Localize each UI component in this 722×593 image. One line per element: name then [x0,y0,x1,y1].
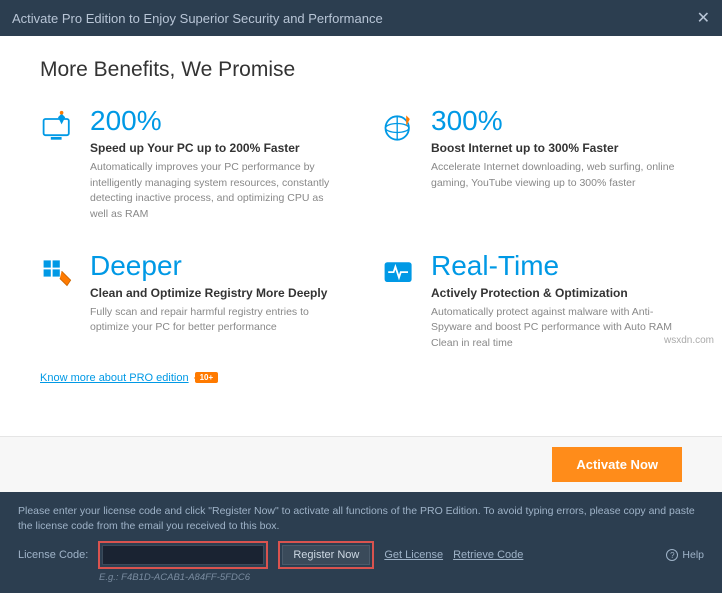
heartbeat-monitor-icon [381,255,417,291]
close-icon[interactable]: ✕ [697,8,710,28]
rocket-monitor-icon [40,110,76,146]
footer-instruction: Please enter your license code and click… [18,504,704,533]
feature-subtitle: Boost Internet up to 300% Faster [431,141,682,155]
feature-subtitle: Clean and Optimize Registry More Deeply [90,286,341,300]
feature-desc: Accelerate Internet downloading, web sur… [431,160,682,192]
know-more-badge: 10+ [195,372,219,383]
help-icon: ? [666,549,678,561]
globe-rocket-icon [381,110,417,146]
feature-speed: 200% Speed up Your PC up to 200% Faster … [40,106,341,223]
get-license-link[interactable]: Get License [384,549,443,561]
help-link[interactable]: ? Help [666,549,704,561]
registry-brush-icon [40,255,76,291]
feature-title: Deeper [90,251,341,282]
feature-internet: 300% Boost Internet up to 300% Faster Ac… [381,106,682,223]
license-code-label: License Code: [18,549,88,561]
license-example: E.g.: F4B1D-ACAB1-A84FF-5FDC6 [99,572,704,583]
know-more-link[interactable]: Know more about PRO edition [40,372,189,384]
feature-desc: Fully scan and repair harmful registry e… [90,305,341,337]
window-title: Activate Pro Edition to Enjoy Superior S… [12,11,383,26]
retrieve-code-link[interactable]: Retrieve Code [453,549,523,561]
feature-desc: Automatically improves your PC performan… [90,160,341,223]
feature-title: 300% [431,106,682,137]
feature-realtime: Real-Time Actively Protection & Optimiza… [381,251,682,352]
feature-subtitle: Actively Protection & Optimization [431,286,682,300]
feature-deeper: Deeper Clean and Optimize Registry More … [40,251,341,352]
page-headline: More Benefits, We Promise [40,58,682,82]
activate-now-button[interactable]: Activate Now [552,447,682,482]
feature-title: 200% [90,106,341,137]
feature-desc: Automatically protect against malware wi… [431,305,682,352]
help-label: Help [682,549,704,561]
feature-title: Real-Time [431,251,682,282]
watermark: wsxdn.com [664,335,714,346]
feature-subtitle: Speed up Your PC up to 200% Faster [90,141,341,155]
license-code-input[interactable] [102,545,264,565]
register-now-button[interactable]: Register Now [282,545,370,565]
